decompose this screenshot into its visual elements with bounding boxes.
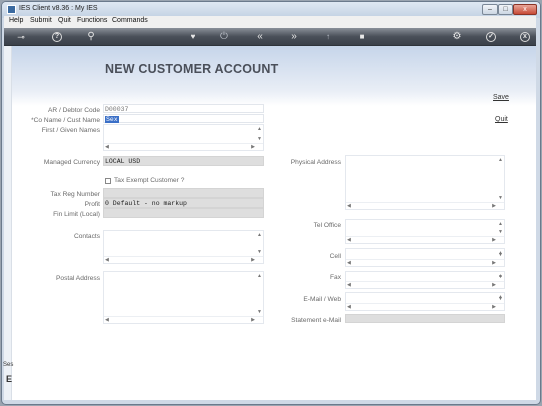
vertical-scrollbar[interactable]: ▲ ▼ bbox=[256, 231, 263, 256]
menu-help[interactable]: Help bbox=[9, 17, 23, 24]
vertical-scrollbar[interactable]: ▲ ▼ bbox=[497, 249, 504, 259]
minimize-button[interactable]: – bbox=[482, 4, 498, 15]
save-link[interactable]: Save bbox=[493, 94, 509, 101]
fin-limit-label: Fin Limit (Local) bbox=[53, 211, 100, 218]
physical-address-label: Physical Address bbox=[290, 159, 341, 166]
close-window-button[interactable]: x bbox=[513, 4, 537, 15]
menu-bar: Help Submit Quit Functions Commands bbox=[4, 16, 536, 28]
side-strip-label: Ses bbox=[3, 362, 14, 368]
vertical-scrollbar[interactable]: ▲ ▼ bbox=[256, 125, 263, 143]
fax-label: Fax bbox=[330, 274, 341, 281]
menu-commands[interactable]: Commands bbox=[112, 17, 148, 24]
contacts-field[interactable]: ▲ ▼ ◀ ▶ bbox=[103, 230, 264, 264]
page-title: NEW CUSTOMER ACCOUNT bbox=[105, 62, 279, 76]
fast-forward-icon[interactable]: » bbox=[288, 30, 300, 44]
debtor-code-field[interactable]: D00037 bbox=[103, 104, 264, 113]
tel-office-field[interactable]: ▲ ▼ ◀ ▶ bbox=[345, 219, 505, 244]
power-icon[interactable]: ⏻ bbox=[218, 30, 230, 44]
search-icon[interactable]: ⚲ bbox=[85, 30, 97, 44]
horizontal-scrollbar[interactable]: ◀ ▶ bbox=[346, 202, 504, 209]
tax-exempt-checkbox[interactable] bbox=[105, 178, 111, 184]
maximize-button[interactable]: □ bbox=[498, 4, 513, 15]
currency-field[interactable]: LOCAL USD bbox=[103, 156, 264, 166]
toolbar: ⊸ ? ⚲ ♥ ⏻ « » ↑ ■ ⚙ ✓ x bbox=[4, 28, 536, 46]
contacts-label: Contacts bbox=[73, 233, 100, 240]
tel-office-label: Tel Office bbox=[313, 222, 341, 229]
co-name-value: Sex bbox=[105, 116, 119, 123]
vertical-scrollbar[interactable]: ▲ ▼ bbox=[497, 156, 504, 202]
vertical-scrollbar[interactable]: ▲ ▼ bbox=[497, 293, 504, 303]
co-name-field[interactable]: Sex bbox=[103, 114, 264, 123]
tax-reg-label: Tax Reg Number bbox=[50, 191, 100, 198]
side-strip bbox=[4, 46, 12, 400]
tax-reg-field[interactable] bbox=[103, 188, 264, 198]
fax-field[interactable]: ▲ ▼ ◀ ▶ bbox=[345, 271, 505, 289]
check-icon[interactable]: ✓ bbox=[486, 32, 496, 42]
key-icon[interactable]: ⊸ bbox=[10, 30, 32, 44]
vertical-scrollbar[interactable]: ▲ ▼ bbox=[256, 272, 263, 316]
currency-label: Managed Currency bbox=[43, 159, 100, 166]
vertical-scrollbar[interactable]: ▲ ▼ bbox=[497, 272, 504, 281]
window-title: IES Client v8.36 : My IES bbox=[19, 5, 98, 12]
postal-address-label: Postal Address bbox=[56, 275, 100, 282]
statement-email-field[interactable] bbox=[345, 314, 505, 323]
physical-address-field[interactable]: ▲ ▼ ◀ ▶ bbox=[345, 155, 505, 210]
rewind-icon[interactable]: « bbox=[254, 30, 266, 44]
tax-exempt-label: Tax Exempt Customer ? bbox=[114, 177, 185, 184]
gear-icon[interactable]: ⚙ bbox=[451, 30, 463, 44]
cell-label: Cell bbox=[329, 253, 341, 260]
first-name-label: First / Given Names bbox=[41, 127, 100, 134]
email-web-label: E-Mail / Web bbox=[303, 296, 341, 303]
horizontal-scrollbar[interactable]: ◀ ▶ bbox=[104, 143, 263, 150]
horizontal-scrollbar[interactable]: ◀ ▶ bbox=[346, 281, 504, 288]
email-web-field[interactable]: ▲ ▼ ◀ ▶ bbox=[345, 292, 505, 311]
horizontal-scrollbar[interactable]: ◀ ▶ bbox=[346, 236, 504, 243]
quit-link[interactable]: Quit bbox=[495, 116, 508, 123]
horizontal-scrollbar[interactable]: ◀ ▶ bbox=[104, 256, 263, 263]
vertical-scrollbar[interactable]: ▲ ▼ bbox=[497, 220, 504, 236]
first-name-field[interactable]: ▲ ▼ ◀ ▶ bbox=[103, 124, 264, 151]
menu-submit[interactable]: Submit bbox=[30, 17, 52, 24]
help-icon[interactable]: ? bbox=[52, 32, 62, 42]
horizontal-scrollbar[interactable]: ◀ ▶ bbox=[346, 303, 504, 310]
postal-address-field[interactable]: ▲ ▼ ◀ ▶ bbox=[103, 271, 264, 324]
upload-icon[interactable]: ↑ bbox=[322, 30, 334, 44]
cell-field[interactable]: ▲ ▼ ◀ ▶ bbox=[345, 248, 505, 267]
menu-quit[interactable]: Quit bbox=[58, 17, 71, 24]
heart-icon[interactable]: ♥ bbox=[187, 30, 199, 44]
stop-icon[interactable]: ■ bbox=[356, 30, 368, 44]
fin-limit-field[interactable] bbox=[103, 208, 264, 218]
statement-email-label: Statement e-Mail bbox=[291, 317, 341, 324]
menu-functions[interactable]: Functions bbox=[77, 17, 107, 24]
horizontal-scrollbar[interactable]: ◀ ▶ bbox=[346, 259, 504, 266]
horizontal-scrollbar[interactable]: ◀ ▶ bbox=[104, 316, 263, 323]
debtor-code-label: AR / Debtor Code bbox=[47, 107, 100, 114]
side-strip-icon[interactable]: E bbox=[6, 374, 12, 384]
profit-label: Profit bbox=[84, 201, 100, 208]
app-icon bbox=[7, 5, 16, 14]
co-name-label: *Co Name / Cust Name bbox=[31, 117, 100, 124]
profit-field[interactable]: 0 Default - no markup bbox=[103, 198, 264, 208]
close-icon[interactable]: x bbox=[520, 32, 530, 42]
